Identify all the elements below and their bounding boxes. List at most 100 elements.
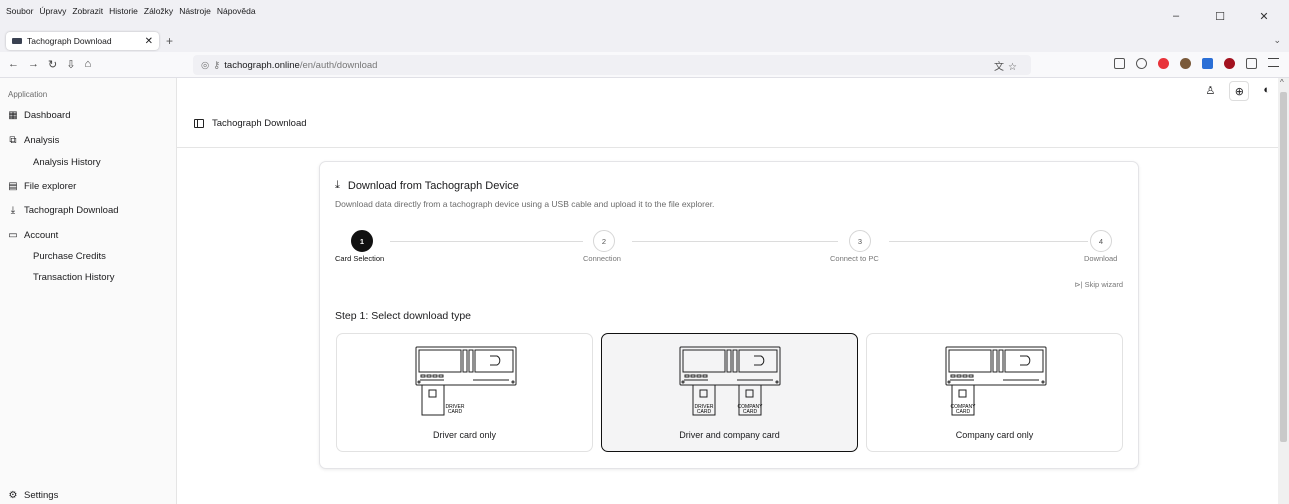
key-icon[interactable]: ⚷	[213, 60, 220, 71]
driver-card-text-2: CARD	[448, 409, 463, 415]
new-tab-icon[interactable]: +	[166, 34, 173, 48]
sidebar-item-analysis-history[interactable]: Analysis History	[33, 157, 101, 168]
menu-view[interactable]: Zobrazit	[72, 6, 103, 16]
page-title: Tachograph Download	[212, 118, 307, 129]
card-description: Download data directly from a tachograph…	[335, 199, 715, 209]
bookmark-star-icon[interactable]: ☆	[1008, 62, 1021, 73]
sidebar-item-label: Dashboard	[24, 110, 71, 121]
menu-help[interactable]: Nápověda	[217, 6, 256, 16]
sidebar: Application ▦ Dashboard ⧉ Analysis Analy…	[0, 78, 177, 504]
step-4-indicator: 4	[1090, 230, 1112, 252]
step-2-label: Connection	[583, 254, 621, 263]
step-3-indicator: 3	[849, 230, 871, 252]
tab-bar: Tachograph Download ✕ + ⌄	[0, 30, 1289, 52]
sidebar-item-label: Tachograph Download	[24, 205, 119, 216]
sidebar-toggle-icon[interactable]	[194, 119, 204, 128]
navigation-bar: ← → ↻ ⇩ ⌂ ◎ ⚷ tachograph.online /en/auth…	[0, 52, 1289, 78]
home-icon[interactable]: ⌂	[84, 58, 91, 71]
sidebar-section-label: Application	[8, 90, 48, 99]
option-driver-card[interactable]: DRIVER CARD Driver card only	[336, 333, 593, 452]
save-icon[interactable]: ⇩	[66, 58, 75, 71]
analysis-icon: ⧉	[9, 135, 17, 146]
step-connector	[889, 241, 1088, 242]
sidebar-item-analysis[interactable]: ⧉ Analysis	[8, 135, 59, 146]
minimize-icon[interactable]: –	[1157, 10, 1195, 23]
skip-wizard-link[interactable]: ⊳| Skip wizard	[1074, 280, 1123, 289]
step-4-label: Download	[1084, 254, 1118, 263]
page-scrollbar[interactable]: ^	[1278, 78, 1289, 504]
tab-list-icon[interactable]: ⌄	[1273, 35, 1281, 46]
tab-close-icon[interactable]: ✕	[145, 36, 153, 47]
translate-icon[interactable]: 文	[994, 62, 1008, 73]
maximize-icon[interactable]: ☐	[1201, 10, 1239, 23]
download-card: ⤓ Download from Tachograph Device Downlo…	[319, 161, 1139, 469]
company-card-text-2: CARD	[956, 409, 971, 415]
browser-menubar: Soubor Úpravy Zobrazit Historie Záložky …	[0, 0, 1289, 30]
menu-bookmarks[interactable]: Záložky	[144, 6, 173, 16]
sidebar-item-label: File explorer	[24, 181, 77, 192]
reload-icon[interactable]: ↻	[48, 58, 57, 71]
forward-icon[interactable]: →	[28, 58, 39, 71]
sidebar-item-label: Settings	[24, 490, 59, 501]
option-company-card[interactable]: COMPANY CARD Company card only	[866, 333, 1123, 452]
download-icon: ⤓	[335, 179, 340, 191]
reader-icon[interactable]	[1114, 58, 1125, 69]
skip-wizard-label: Skip wizard	[1084, 280, 1123, 289]
app-menu-icon[interactable]	[1268, 58, 1279, 67]
gear-icon: ⚙	[8, 490, 18, 501]
option-driver-and-company-card[interactable]: DRIVER CARD COMPANY CARD Driver and comp…	[601, 333, 858, 452]
tab-favicon-icon	[12, 38, 22, 44]
company-card-text-2: CARD	[743, 409, 758, 415]
step-1-label: Card Selection	[335, 254, 385, 263]
option-label: Company card only	[955, 430, 1034, 440]
ublock-icon[interactable]	[1224, 58, 1235, 69]
page-header: Tachograph Download ♙ ⊕ ◐	[177, 78, 1278, 148]
scrollbar-thumb[interactable]	[1280, 92, 1287, 442]
sidebar-item-transaction-history[interactable]: Transaction History	[33, 272, 114, 283]
url-domain: tachograph.online	[224, 59, 300, 71]
sidebar-item-account[interactable]: ▭ Account	[8, 230, 58, 241]
skip-icon: ⊳|	[1074, 280, 1083, 289]
dashboard-icon: ▦	[8, 110, 18, 121]
menu-history[interactable]: Historie	[109, 6, 138, 16]
step-1-indicator: 1	[351, 230, 373, 252]
user-icon[interactable]: ♙	[1205, 84, 1215, 101]
account-icon[interactable]	[1136, 58, 1147, 69]
browser-tab[interactable]: Tachograph Download ✕	[6, 32, 159, 50]
menu-tools[interactable]: Nástroje	[179, 6, 211, 16]
tab-title: Tachograph Download	[27, 36, 112, 46]
sidebar-item-file-explorer[interactable]: ▤ File explorer	[8, 181, 76, 192]
card-title: Download from Tachograph Device	[347, 179, 519, 192]
card-icon: ▭	[8, 230, 18, 241]
close-window-icon[interactable]: ✕	[1245, 10, 1283, 23]
sidebar-item-settings[interactable]: ⚙ Settings	[8, 490, 59, 501]
sidebar-item-tachograph-download[interactable]: ⤓ Tachograph Download	[8, 205, 119, 216]
sidebar-item-dashboard[interactable]: ▦ Dashboard	[8, 110, 70, 121]
scroll-up-icon[interactable]: ^	[1280, 78, 1284, 87]
adblock-icon[interactable]	[1158, 58, 1169, 69]
cookie-icon[interactable]	[1180, 58, 1191, 69]
step-2-indicator: 2	[593, 230, 615, 252]
file-icon: ▤	[8, 181, 18, 192]
step-3-label: Connect to PC	[830, 254, 879, 263]
sidebar-item-label: Analysis	[24, 135, 60, 146]
theme-icon[interactable]: ◐	[1263, 84, 1270, 101]
option-label: Driver card only	[432, 430, 497, 440]
step-connector	[390, 241, 583, 242]
step-connector	[632, 241, 838, 242]
menu-edit[interactable]: Úpravy	[39, 6, 66, 16]
shield-icon[interactable]: ◎	[201, 60, 209, 71]
extension-icon[interactable]	[1202, 58, 1213, 69]
share-icon[interactable]	[1246, 58, 1257, 69]
globe-icon[interactable]: ⊕	[1229, 81, 1250, 101]
step-heading: Step 1: Select download type	[335, 310, 472, 322]
sidebar-item-label: Account	[24, 230, 59, 241]
url-path: /en/auth/download	[299, 59, 378, 71]
driver-card-text-2: CARD	[697, 409, 712, 415]
sidebar-item-purchase-credits[interactable]: Purchase Credits	[33, 251, 106, 262]
back-icon[interactable]: ←	[8, 58, 19, 71]
download-icon: ⤓	[10, 205, 16, 216]
menu-file[interactable]: Soubor	[6, 6, 33, 16]
url-bar[interactable]: ◎ ⚷ tachograph.online /en/auth/download …	[193, 55, 1031, 75]
main-content: Tachograph Download ♙ ⊕ ◐ ⤓ Download fro…	[177, 78, 1278, 504]
